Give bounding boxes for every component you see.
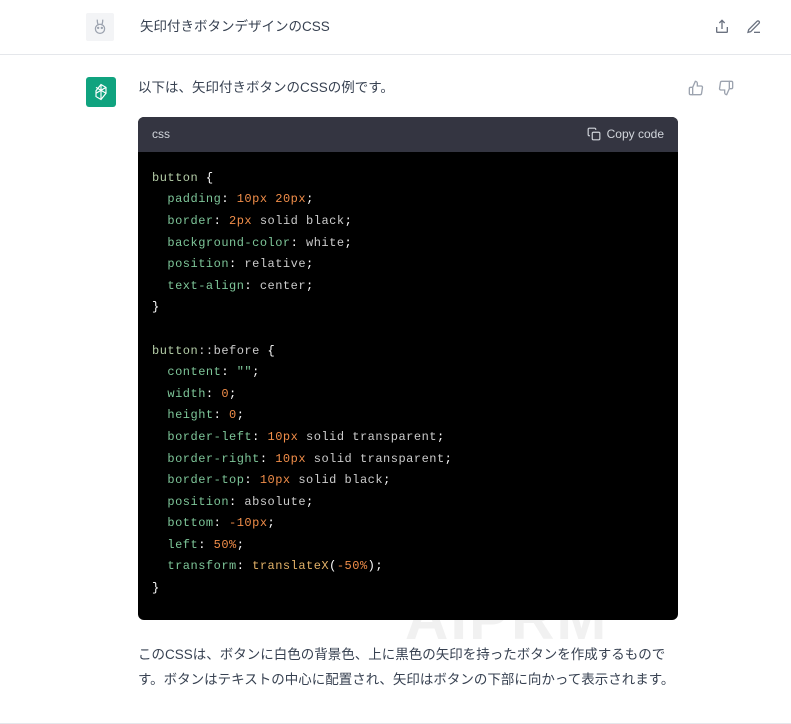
copy-code-button[interactable]: Copy code — [587, 125, 664, 144]
feedback-actions — [687, 79, 735, 97]
user-avatar — [86, 13, 114, 41]
openai-icon — [91, 82, 111, 102]
body-paragraph: このCSSは、ボタンに白色の背景色、上に黒色の矢印を持ったボタンを作成するもので… — [138, 642, 678, 693]
message-content: 以下は、矢印付きボタンのCSSの例です。 css Copy code butto… — [138, 77, 678, 693]
intro-paragraph: 以下は、矢印付きボタンのCSSの例です。 — [138, 77, 678, 99]
main-content: AIPRM AIPRM 以下は、矢印付きボタンのCSSの例です。 css — [0, 55, 791, 724]
conversation-header: 矢印付きボタンデザインのCSS — [0, 0, 791, 55]
clipboard-icon — [587, 127, 601, 141]
thumbs-down-icon[interactable] — [717, 79, 735, 97]
assistant-avatar — [86, 77, 116, 107]
code-content[interactable]: button { padding: 10px 20px; border: 2px… — [138, 152, 678, 620]
rabbit-icon — [89, 16, 111, 38]
header-actions — [713, 18, 763, 36]
assistant-message: 以下は、矢印付きボタンのCSSの例です。 css Copy code butto… — [0, 55, 791, 724]
conversation-title: 矢印付きボタンデザインのCSS — [140, 16, 330, 38]
code-language-label: css — [152, 125, 170, 144]
code-header: css Copy code — [138, 117, 678, 152]
share-icon[interactable] — [713, 18, 731, 36]
copy-code-label: Copy code — [607, 125, 664, 144]
code-block: css Copy code button { padding: 10px 20p… — [138, 117, 678, 620]
edit-icon[interactable] — [745, 18, 763, 36]
thumbs-up-icon[interactable] — [687, 79, 705, 97]
